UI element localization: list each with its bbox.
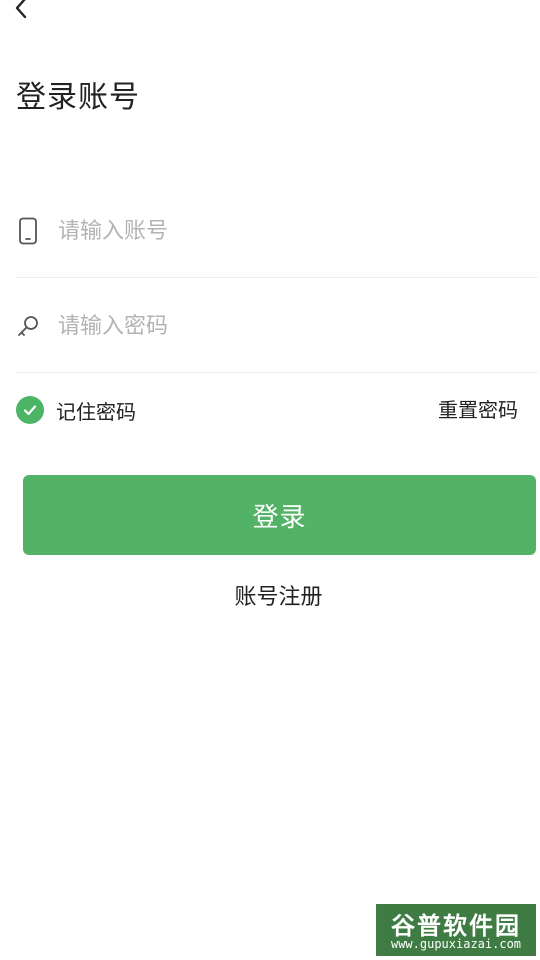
- reset-password-link[interactable]: 重置密码: [438, 394, 518, 426]
- chevron-left-icon: [13, 0, 29, 24]
- watermark-title: 谷普软件园: [391, 912, 521, 940]
- watermark-url: www.gupuxiazai.com: [390, 937, 522, 951]
- phone-icon: [16, 216, 40, 246]
- back-button[interactable]: [6, 0, 36, 26]
- remember-password-checkbox[interactable]: 记住密码: [16, 394, 136, 426]
- register-link[interactable]: 账号注册: [0, 582, 540, 614]
- password-input[interactable]: [58, 303, 518, 349]
- account-input[interactable]: [58, 208, 518, 254]
- account-field: [16, 184, 538, 278]
- password-field: [16, 279, 538, 373]
- login-button[interactable]: 登录: [23, 475, 536, 555]
- key-icon: [16, 311, 40, 341]
- site-watermark: 谷普软件园 www.gupuxiazai.com: [376, 904, 536, 956]
- page-title: 登录账号: [16, 80, 140, 115]
- checkmark-icon: [16, 396, 44, 424]
- remember-password-label: 记住密码: [56, 399, 136, 424]
